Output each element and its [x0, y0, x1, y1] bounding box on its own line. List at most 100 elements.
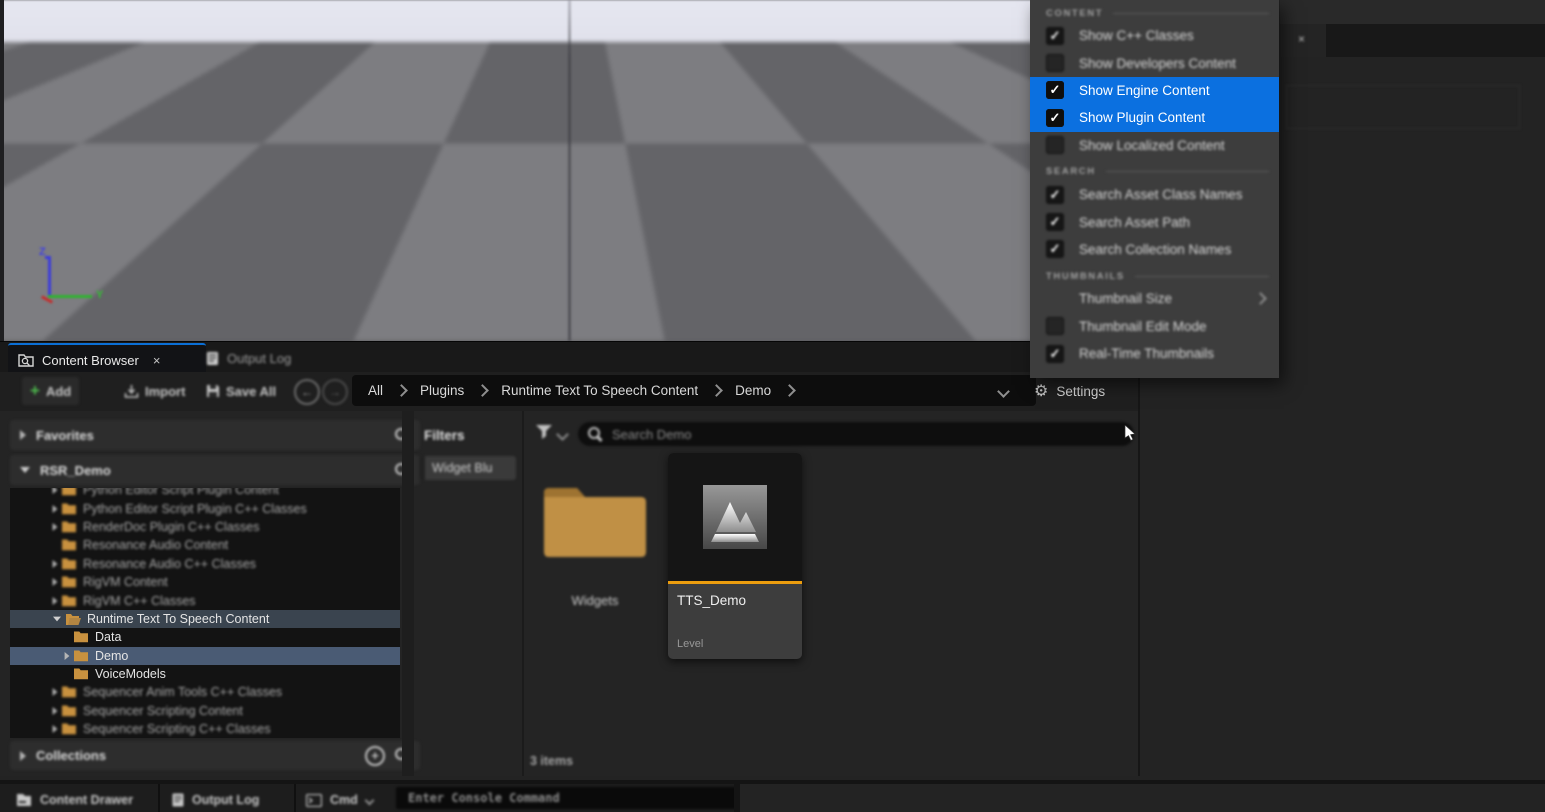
- breadcrumb-item[interactable]: Plugins: [420, 383, 464, 398]
- chevron-right-icon[interactable]: [53, 597, 58, 605]
- chevron-right-icon[interactable]: [20, 751, 26, 761]
- breadcrumb[interactable]: All Plugins Runtime Text To Speech Content…: [352, 375, 1036, 406]
- chevron-right-icon[interactable]: [53, 505, 58, 513]
- favorites-section-header[interactable]: Favorites: [10, 420, 420, 450]
- menu-item[interactable]: Show Localized Content: [1030, 132, 1279, 159]
- breadcrumb-item[interactable]: Demo: [735, 383, 771, 398]
- save-all-button[interactable]: Save All: [198, 377, 284, 405]
- filter-icon[interactable]: [535, 424, 553, 440]
- add-button[interactable]: + Add: [22, 377, 79, 405]
- chevron-right-icon[interactable]: [20, 430, 26, 440]
- checkbox[interactable]: ✓: [1046, 81, 1064, 99]
- menu-item[interactable]: ✓Real-Time Thumbnails: [1030, 340, 1279, 367]
- tree-item[interactable]: Resonance Audio Content: [10, 536, 400, 554]
- checkbox[interactable]: [1046, 54, 1064, 72]
- chevron-down-icon[interactable]: [997, 385, 1010, 398]
- menu-item[interactable]: ✓Show Engine Content: [1030, 77, 1279, 104]
- chevron-down-icon[interactable]: [556, 428, 569, 441]
- checkbox[interactable]: [1046, 317, 1064, 335]
- menu-item[interactable]: ✓ Show Plugin Content: [1030, 104, 1279, 131]
- tree-item[interactable]: Python Editor Script Plugin Content: [10, 488, 400, 499]
- output-log-button[interactable]: Output Log: [172, 788, 259, 812]
- chevron-right-icon: [476, 384, 489, 397]
- tab-content-browser[interactable]: Content Browser ×: [8, 343, 206, 375]
- chevron-right-icon[interactable]: [53, 488, 58, 494]
- forward-arrow-icon[interactable]: →: [322, 379, 348, 405]
- search-input[interactable]: [610, 423, 1114, 445]
- checkbox[interactable]: ✓: [1046, 345, 1064, 363]
- back-arrow-icon[interactable]: ←: [294, 379, 320, 405]
- menu-item[interactable]: ✓Search Asset Class Names: [1030, 181, 1279, 208]
- grid-axis-line: [568, 0, 571, 341]
- tree-item[interactable]: Runtime Text To Speech Content: [10, 610, 400, 628]
- tree-item[interactable]: Sequencer Scripting C++ Classes: [10, 720, 400, 738]
- search-box[interactable]: [578, 422, 1134, 446]
- chevron-right-icon[interactable]: [53, 707, 58, 715]
- level-icon: [703, 485, 767, 549]
- close-icon[interactable]: ×: [153, 353, 161, 368]
- folder-icon: [61, 685, 78, 699]
- cmd-button[interactable]: Cmd: [306, 788, 373, 812]
- filter-chip[interactable]: Widget Blu: [420, 456, 516, 480]
- collections-section-header[interactable]: Collections +: [10, 741, 420, 770]
- breadcrumb-item[interactable]: All: [368, 383, 383, 398]
- menu-item[interactable]: ✓Search Asset Path: [1030, 208, 1279, 235]
- project-root-header[interactable]: RSR_Demo: [10, 455, 420, 485]
- level-viewport[interactable]: Z Y: [0, 0, 1140, 341]
- right-panel-tab[interactable]: ×: [1280, 24, 1326, 57]
- import-button[interactable]: Import: [116, 377, 193, 405]
- tree-item[interactable]: Python Editor Script Plugin C++ Classes: [10, 499, 400, 517]
- close-icon[interactable]: ×: [1298, 32, 1305, 46]
- menu-item[interactable]: Thumbnail Edit Mode: [1030, 313, 1279, 340]
- menu-item[interactable]: Thumbnail Size: [1030, 285, 1279, 312]
- divider: [158, 784, 160, 812]
- tree-item[interactable]: Sequencer Scripting Content: [10, 702, 400, 720]
- chevron-right-icon[interactable]: [53, 725, 58, 733]
- spacer: [1046, 290, 1064, 308]
- chevron-right-icon[interactable]: [53, 523, 58, 531]
- tree-item[interactable]: Resonance Audio C++ Classes: [10, 555, 400, 573]
- content-drawer-button[interactable]: Content Drawer: [16, 788, 133, 812]
- console-command-input[interactable]: [396, 787, 752, 809]
- tree-item[interactable]: Data: [10, 628, 400, 646]
- chevron-down-icon[interactable]: [53, 617, 61, 622]
- chevron-down-icon[interactable]: [364, 795, 374, 805]
- chevron-right-icon: [783, 384, 796, 397]
- content-browser-panel: Content Browser × Output Log + Add Impor…: [0, 341, 1140, 776]
- chevron-right-icon[interactable]: [53, 688, 58, 696]
- divider: [1106, 171, 1269, 172]
- chevron-right-icon[interactable]: [53, 578, 58, 586]
- breadcrumb-items: All Plugins Runtime Text To Speech Content…: [368, 383, 808, 398]
- checkbox[interactable]: ✓: [1046, 213, 1064, 231]
- checkbox[interactable]: ✓: [1046, 240, 1064, 258]
- tree-item[interactable]: VoiceModels: [10, 665, 400, 683]
- settings-menu-rows: CONTENT✓Show C++ ClassesShow Developers …: [1030, 0, 1279, 367]
- tree-item[interactable]: RenderDoc Plugin C++ Classes: [10, 518, 400, 536]
- chevron-down-icon[interactable]: [20, 467, 30, 473]
- right-panel-field: [1286, 85, 1520, 129]
- menu-item[interactable]: ✓Search Collection Names: [1030, 236, 1279, 263]
- menu-item-label: Show Developers Content: [1079, 56, 1236, 71]
- checkbox[interactable]: ✓: [1046, 109, 1064, 127]
- folder-tile-widgets[interactable]: Widgets: [540, 455, 650, 615]
- tree-item[interactable]: RigVM Content: [10, 573, 400, 591]
- checkbox[interactable]: ✓: [1046, 27, 1064, 45]
- right-panel-titlebar: [1280, 0, 1545, 24]
- chevron-right-icon[interactable]: [65, 652, 70, 660]
- menu-item-label: Show Plugin Content: [1079, 110, 1205, 125]
- tree-item[interactable]: Sequencer Anim Tools C++ Classes: [10, 683, 400, 701]
- settings-button[interactable]: ⚙ Settings: [1034, 377, 1105, 405]
- checkbox[interactable]: [1046, 136, 1064, 154]
- checkbox[interactable]: ✓: [1046, 186, 1064, 204]
- menu-item[interactable]: Show Developers Content: [1030, 49, 1279, 76]
- asset-card-tts-demo[interactable]: TTS_Demo Level: [668, 453, 802, 659]
- tree-item[interactable]: RigVM C++ Classes: [10, 591, 400, 609]
- tree-item[interactable]: Demo: [10, 647, 400, 665]
- chevron-right-icon[interactable]: [53, 560, 58, 568]
- folder-icon: [61, 722, 78, 736]
- menu-item[interactable]: ✓Show C++ Classes: [1030, 22, 1279, 49]
- breadcrumb-item[interactable]: Runtime Text To Speech Content: [501, 383, 698, 398]
- tab-output-log[interactable]: Output Log: [196, 343, 366, 373]
- output-log-icon: [206, 351, 219, 366]
- add-collection-icon[interactable]: +: [365, 746, 385, 766]
